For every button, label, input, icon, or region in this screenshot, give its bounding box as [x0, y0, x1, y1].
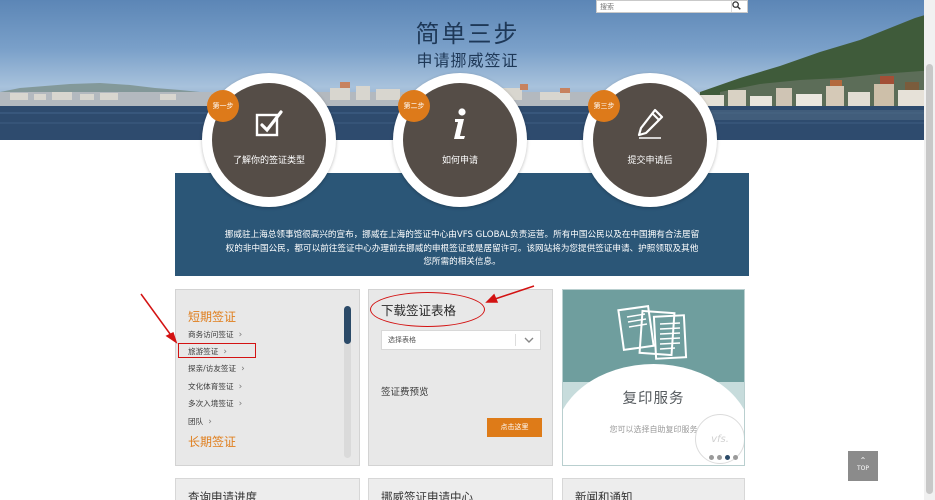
- fee-preview-label: 签证费预览: [381, 387, 429, 398]
- page-scrollbar-thumb[interactable]: [926, 64, 933, 494]
- visa-item-multiple-entry[interactable]: 多次入境签证 ›: [188, 398, 242, 409]
- intro-text: 挪威驻上海总领事馆很高兴的宣布，挪威在上海的签证中心由VFS GLOBAL负责运…: [224, 230, 700, 267]
- news-panel[interactable]: 新闻和通知: [562, 478, 745, 500]
- visa-center-title: 挪威签证申请中心: [381, 490, 473, 500]
- chevron-right-icon: ›: [238, 382, 243, 392]
- step-3[interactable]: 第三步 提交申请后: [583, 73, 717, 207]
- chevron-right-icon: ›: [238, 399, 243, 409]
- visa-item-label: 商务访问签证: [188, 330, 234, 339]
- visa-center-panel[interactable]: 挪威签证申请中心: [368, 478, 553, 500]
- carousel-dot-active[interactable]: [725, 455, 730, 460]
- info-icon: [454, 108, 466, 139]
- form-select-placeholder: 选择表格: [388, 336, 416, 344]
- click-here-button[interactable]: 点击这里: [487, 418, 542, 437]
- search-input[interactable]: [597, 1, 731, 12]
- step-label: 如何申请: [441, 156, 478, 166]
- back-to-top-button[interactable]: ⌃ TOP: [848, 451, 878, 481]
- search-icon: [732, 1, 741, 10]
- page: 简单三步 申请挪威签证 挪威驻上海总领事馆很高兴的宣布，挪威在上海的签证中心由V…: [0, 0, 935, 500]
- step-badge: 第三步: [588, 90, 620, 122]
- scrollbar-thumb[interactable]: [344, 306, 351, 344]
- select-divider: [515, 334, 516, 346]
- step-1[interactable]: 第一步 了解你的签证类型: [202, 73, 336, 207]
- photocopy-service-panel[interactable]: 复印服务 您可以选择自助复印服务 vfs.: [562, 289, 745, 466]
- hero-title: 简单三步: [415, 20, 520, 48]
- visa-list-scrollbar[interactable]: [344, 306, 351, 458]
- track-application-title: 查询申请进度: [188, 490, 257, 500]
- short-term-visa-heading: 短期签证: [188, 310, 237, 324]
- step-label: 提交申请后: [627, 156, 673, 166]
- visa-item-business[interactable]: 商务访问签证 ›: [188, 329, 242, 340]
- search-button[interactable]: [731, 1, 747, 12]
- forms-heading-highlight: [370, 292, 485, 327]
- visa-item-group[interactable]: 团队 ›: [188, 416, 212, 427]
- chevron-down-icon: [524, 337, 534, 343]
- back-to-top-label: TOP: [856, 465, 869, 472]
- long-term-visa-heading: 长期签证: [188, 435, 237, 449]
- photocopy-title: 复印服务: [622, 391, 685, 407]
- carousel-dot[interactable]: [717, 455, 722, 460]
- form-select-dropdown[interactable]: 选择表格: [381, 330, 541, 350]
- checkbox-icon: [255, 110, 283, 137]
- visa-item-label: 团队: [188, 417, 204, 426]
- carousel-dot[interactable]: [733, 455, 738, 460]
- hero-subtitle: 申请挪威签证: [416, 51, 519, 70]
- visa-item-label: 多次入境签证: [188, 399, 234, 408]
- chevron-right-icon: ›: [208, 417, 212, 427]
- chevron-right-icon: ›: [238, 330, 243, 340]
- carousel-dots: [709, 455, 738, 460]
- arrow-up-icon: ⌃: [859, 456, 867, 465]
- visa-item-family-visit[interactable]: 探亲/访友签证 ›: [188, 363, 245, 374]
- step-badge: 第一步: [207, 90, 239, 122]
- step-label: 了解你的签证类型: [232, 156, 305, 166]
- documents-icon: [617, 304, 688, 360]
- news-title: 新闻和通知: [575, 490, 633, 500]
- pencil-icon: [637, 108, 664, 139]
- tourist-visa-highlight: [178, 343, 256, 358]
- track-application-panel[interactable]: 查询申请进度: [175, 478, 360, 500]
- visa-item-culture-sports[interactable]: 文化体育签证 ›: [188, 381, 242, 392]
- carousel-dot[interactable]: [709, 455, 714, 460]
- step-2[interactable]: 第二步 如何申请: [393, 73, 527, 207]
- chevron-right-icon: ›: [241, 364, 245, 374]
- visa-item-label: 文化体育签证: [188, 382, 234, 391]
- step-badge: 第二步: [398, 90, 430, 122]
- visa-item-label: 探亲/访友签证: [188, 364, 237, 373]
- page-scrollbar[interactable]: [924, 0, 935, 500]
- search-box: [596, 0, 748, 13]
- visa-types-panel: 短期签证 商务访问签证 › 旅游签证 › 探亲/访友签证 › 文化体育签证 › 多次入境…: [175, 289, 360, 466]
